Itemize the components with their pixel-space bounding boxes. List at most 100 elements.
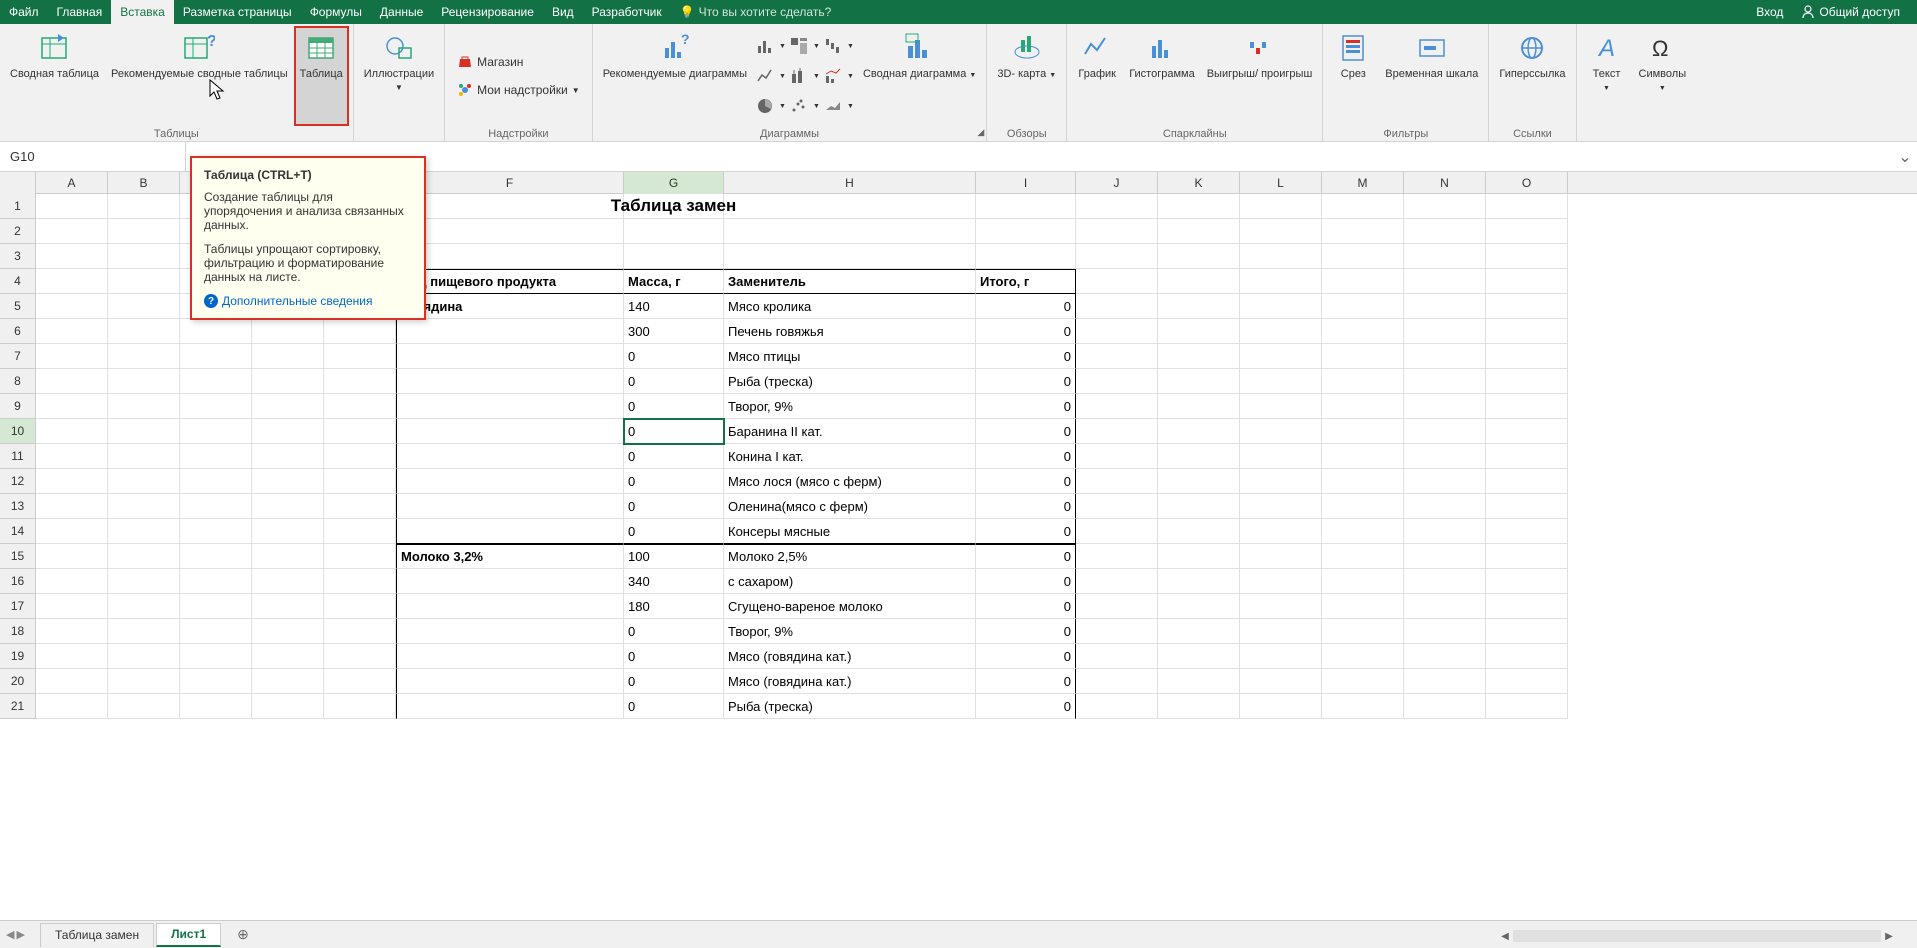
cell-B11[interactable] — [108, 444, 180, 469]
cell-I11[interactable]: 0 — [976, 444, 1076, 469]
cell-I21[interactable]: 0 — [976, 694, 1076, 719]
cell-H15[interactable]: Молоко 2,5% — [724, 544, 976, 569]
cell-N9[interactable] — [1404, 394, 1486, 419]
col-header-M[interactable]: M — [1322, 172, 1404, 194]
cell-J4[interactable] — [1076, 269, 1158, 294]
cell-E16[interactable] — [324, 569, 396, 594]
stat-chart-btn[interactable]: ▼ — [789, 62, 821, 90]
cell-D16[interactable] — [252, 569, 324, 594]
cell-F16[interactable] — [396, 569, 624, 594]
cell-I16[interactable]: 0 — [976, 569, 1076, 594]
cell-D14[interactable] — [252, 519, 324, 544]
cell-K10[interactable] — [1158, 419, 1240, 444]
symbols-button[interactable]: Ω Символы▼ — [1635, 28, 1691, 124]
cell-O17[interactable] — [1486, 594, 1568, 619]
cell-O21[interactable] — [1486, 694, 1568, 719]
cell-N8[interactable] — [1404, 369, 1486, 394]
cell-A13[interactable] — [36, 494, 108, 519]
cell-N19[interactable] — [1404, 644, 1486, 669]
cell-B5[interactable] — [108, 294, 180, 319]
cell-M15[interactable] — [1322, 544, 1404, 569]
cell-L9[interactable] — [1240, 394, 1322, 419]
row-header-6[interactable]: 6 — [0, 319, 36, 344]
cell-M19[interactable] — [1322, 644, 1404, 669]
cell-J14[interactable] — [1076, 519, 1158, 544]
row-header-21[interactable]: 21 — [0, 694, 36, 719]
cell-J16[interactable] — [1076, 569, 1158, 594]
col-header-I[interactable]: I — [976, 172, 1076, 194]
cell-M18[interactable] — [1322, 619, 1404, 644]
cell-J11[interactable] — [1076, 444, 1158, 469]
cell-C21[interactable] — [180, 694, 252, 719]
cell-D12[interactable] — [252, 469, 324, 494]
cell-E11[interactable] — [324, 444, 396, 469]
cell-C7[interactable] — [180, 344, 252, 369]
cell-A8[interactable] — [36, 369, 108, 394]
line-chart-btn[interactable]: ▼ — [755, 62, 787, 90]
combo-chart-btn[interactable]: ▼ — [823, 62, 855, 90]
formula-input[interactable] — [186, 142, 1893, 171]
cell-M17[interactable] — [1322, 594, 1404, 619]
cell-G5[interactable]: 140 — [624, 294, 724, 319]
cell-K1[interactable] — [1158, 194, 1240, 219]
cell-N18[interactable] — [1404, 619, 1486, 644]
cell-K21[interactable] — [1158, 694, 1240, 719]
cell-A18[interactable] — [36, 619, 108, 644]
cell-A17[interactable] — [36, 594, 108, 619]
cell-F13[interactable] — [396, 494, 624, 519]
cell-J13[interactable] — [1076, 494, 1158, 519]
cell-H11[interactable]: Конина I кат. — [724, 444, 976, 469]
row-header-1[interactable]: 1 — [0, 194, 36, 219]
cell-G18[interactable]: 0 — [624, 619, 724, 644]
cell-J18[interactable] — [1076, 619, 1158, 644]
cell-K11[interactable] — [1158, 444, 1240, 469]
cell-M12[interactable] — [1322, 469, 1404, 494]
cell-B13[interactable] — [108, 494, 180, 519]
cell-H7[interactable]: Мясо птицы — [724, 344, 976, 369]
cell-I1[interactable] — [976, 194, 1076, 219]
cell-G13[interactable]: 0 — [624, 494, 724, 519]
cell-H13[interactable]: Оленина(мясо с ферм) — [724, 494, 976, 519]
name-box[interactable]: G10 — [0, 142, 186, 171]
cell-J12[interactable] — [1076, 469, 1158, 494]
menu-разметка страницы[interactable]: Разметка страницы — [174, 0, 301, 24]
cell-O16[interactable] — [1486, 569, 1568, 594]
cell-A4[interactable] — [36, 269, 108, 294]
cell-J21[interactable] — [1076, 694, 1158, 719]
cell-K19[interactable] — [1158, 644, 1240, 669]
cell-C13[interactable] — [180, 494, 252, 519]
cell-I3[interactable] — [976, 244, 1076, 269]
cell-H4[interactable]: Заменитель — [724, 269, 976, 294]
cell-K14[interactable] — [1158, 519, 1240, 544]
cell-N7[interactable] — [1404, 344, 1486, 369]
col-header-O[interactable]: O — [1486, 172, 1568, 194]
row-header-15[interactable]: 15 — [0, 544, 36, 569]
waterfall-chart-btn[interactable]: ▼ — [823, 32, 855, 60]
cell-L1[interactable] — [1240, 194, 1322, 219]
cell-E14[interactable] — [324, 519, 396, 544]
sparkline-line-button[interactable]: График — [1073, 28, 1121, 124]
cell-C16[interactable] — [180, 569, 252, 594]
cell-I15[interactable]: 0 — [976, 544, 1076, 569]
cell-H20[interactable]: Мясо (говядина кат.) — [724, 669, 976, 694]
scatter-chart-btn[interactable]: ▼ — [789, 92, 821, 120]
cell-C8[interactable] — [180, 369, 252, 394]
cell-E6[interactable] — [324, 319, 396, 344]
cell-K17[interactable] — [1158, 594, 1240, 619]
select-all-corner[interactable] — [0, 172, 36, 194]
cell-H18[interactable]: Творог, 9% — [724, 619, 976, 644]
store-button[interactable]: Магазин — [451, 52, 586, 72]
cell-F17[interactable] — [396, 594, 624, 619]
cell-O7[interactable] — [1486, 344, 1568, 369]
cell-B9[interactable] — [108, 394, 180, 419]
cell-C9[interactable] — [180, 394, 252, 419]
cell-E19[interactable] — [324, 644, 396, 669]
cell-O5[interactable] — [1486, 294, 1568, 319]
cell-M21[interactable] — [1322, 694, 1404, 719]
cell-L19[interactable] — [1240, 644, 1322, 669]
cell-F11[interactable] — [396, 444, 624, 469]
cell-C19[interactable] — [180, 644, 252, 669]
timeline-button[interactable]: Временная шкала — [1381, 28, 1482, 124]
row-header-9[interactable]: 9 — [0, 394, 36, 419]
cell-G12[interactable]: 0 — [624, 469, 724, 494]
